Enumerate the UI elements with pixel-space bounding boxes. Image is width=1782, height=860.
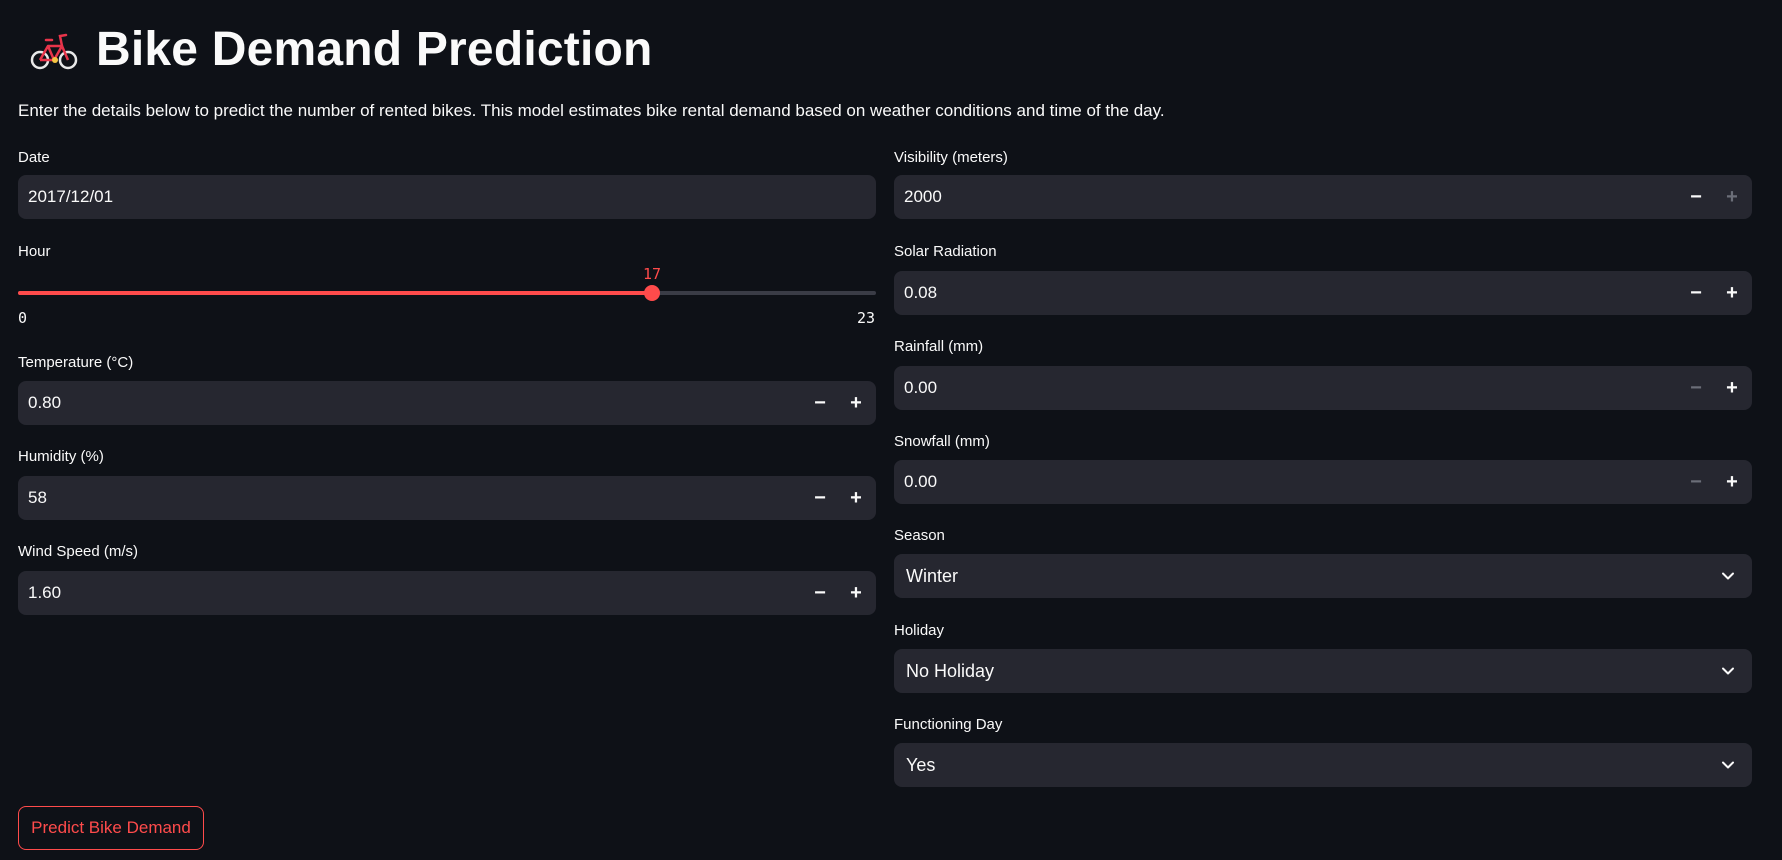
snowfall-decrement-button[interactable]: −: [1678, 460, 1714, 504]
solar-radiation-label: Solar Radiation: [894, 243, 997, 260]
temperature-increment-button[interactable]: +: [838, 381, 874, 425]
humidity-label: Humidity (%): [18, 448, 104, 465]
page-title: Bike Demand Prediction: [96, 23, 653, 76]
visibility-decrement-button[interactable]: −: [1678, 175, 1714, 219]
season-select[interactable]: Winter: [894, 554, 1752, 598]
wind-speed-decrement-button[interactable]: −: [802, 571, 838, 615]
humidity-input[interactable]: 58 − +: [18, 476, 876, 520]
rainfall-increment-button[interactable]: +: [1714, 366, 1750, 410]
humidity-increment-button[interactable]: +: [838, 476, 874, 520]
hour-slider-value: 17: [643, 265, 662, 283]
season-label: Season: [894, 527, 945, 544]
chevron-down-icon: [1722, 667, 1734, 675]
rainfall-value: 0.00: [904, 378, 938, 397]
hour-slider-max: 23: [857, 309, 876, 327]
solar-radiation-input[interactable]: 0.08 − +: [894, 271, 1752, 315]
bicycle-icon: [30, 33, 78, 70]
app-page: Bike Demand Prediction Enter the details…: [0, 0, 1782, 860]
date-input[interactable]: 2017/12/01: [18, 175, 876, 219]
temperature-label: Temperature (°C): [18, 354, 134, 371]
rainfall-label: Rainfall (mm): [894, 338, 984, 355]
functioning-day-select[interactable]: Yes: [894, 743, 1752, 787]
page-description: Enter the details below to predict the n…: [18, 101, 1165, 120]
hour-slider[interactable]: [18, 285, 876, 301]
hour-slider-fill: [18, 291, 653, 295]
solar-radiation-value: 0.08: [904, 283, 938, 302]
date-label: Date: [18, 149, 50, 166]
humidity-value: 58: [28, 488, 47, 507]
holiday-select[interactable]: No Holiday: [894, 649, 1752, 693]
visibility-value: 2000: [904, 187, 942, 206]
chevron-down-icon: [1722, 761, 1734, 769]
wind-speed-increment-button[interactable]: +: [838, 571, 874, 615]
temperature-input[interactable]: 0.80 − +: [18, 381, 876, 425]
snowfall-label: Snowfall (mm): [894, 433, 990, 450]
holiday-value: No Holiday: [906, 661, 995, 681]
predict-button[interactable]: Predict Bike Demand: [18, 806, 204, 850]
holiday-label: Holiday: [894, 622, 945, 639]
wind-speed-label: Wind Speed (m/s): [18, 543, 139, 560]
rainfall-decrement-button[interactable]: −: [1678, 366, 1714, 410]
temperature-value: 0.80: [28, 393, 62, 412]
wind-speed-input[interactable]: 1.60 − +: [18, 571, 876, 615]
solar-radiation-decrement-button[interactable]: −: [1678, 271, 1714, 315]
season-value: Winter: [906, 566, 959, 586]
snowfall-increment-button[interactable]: +: [1714, 460, 1750, 504]
humidity-decrement-button[interactable]: −: [802, 476, 838, 520]
temperature-decrement-button[interactable]: −: [802, 381, 838, 425]
date-value: 2017/12/01: [28, 187, 114, 206]
visibility-label: Visibility (meters): [894, 149, 1008, 166]
visibility-input[interactable]: 2000 − +: [894, 175, 1752, 219]
solar-radiation-increment-button[interactable]: +: [1714, 271, 1750, 315]
hour-slider-thumb[interactable]: [644, 285, 661, 301]
title-row: Bike Demand Prediction: [28, 18, 653, 82]
hour-slider-min: 0: [18, 309, 28, 327]
snowfall-input[interactable]: 0.00 − +: [894, 460, 1752, 504]
visibility-increment-button[interactable]: +: [1714, 175, 1750, 219]
hour-label: Hour: [18, 243, 51, 260]
functioning-day-label: Functioning Day: [894, 716, 1003, 733]
functioning-day-value: Yes: [906, 755, 936, 775]
rainfall-input[interactable]: 0.00 − +: [894, 366, 1752, 410]
chevron-down-icon: [1722, 572, 1734, 580]
wind-speed-value: 1.60: [28, 583, 62, 602]
snowfall-value: 0.00: [904, 472, 938, 491]
